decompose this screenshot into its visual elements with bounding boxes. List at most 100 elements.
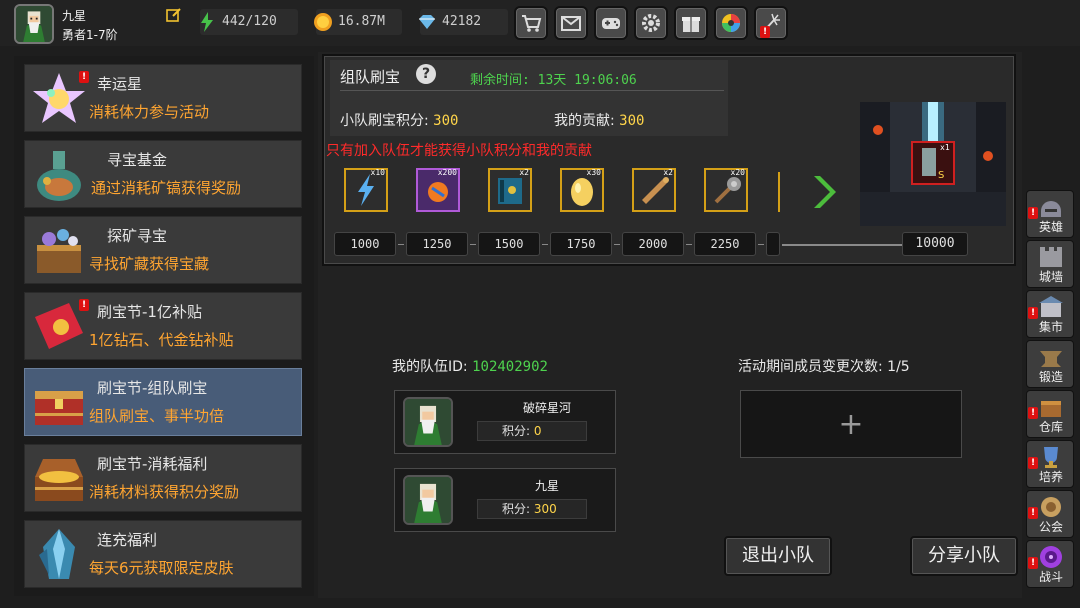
camera-button[interactable] [714, 6, 748, 40]
settings-button[interactable] [634, 6, 668, 40]
activity-subtitle: 1亿钻石、代金钻补贴 [89, 331, 234, 349]
player-avatar[interactable] [14, 4, 54, 44]
reward-slot[interactable]: x2 [632, 168, 676, 212]
reward-count: x2 [519, 168, 529, 177]
gold-display: 16.87M [314, 9, 402, 35]
next-arrow-icon[interactable] [810, 172, 838, 212]
menu-warehouse[interactable]: ! 仓库 [1026, 390, 1074, 438]
grand-prize-scene[interactable]: S x1 [860, 102, 1006, 226]
member-score: 积分: 0 [477, 421, 587, 441]
leave-team-button[interactable]: 退出小队 [724, 536, 832, 576]
guild-icon [1041, 497, 1061, 517]
reward-count: x20 [730, 168, 745, 177]
player-name: 九星 [62, 9, 87, 23]
crystal-icon [39, 529, 75, 579]
menu-label: 集市 [1038, 320, 1063, 334]
milestone-connector [470, 244, 476, 245]
reward-slot[interactable]: x30 [560, 168, 604, 212]
progress-line [782, 244, 902, 246]
menu-battle[interactable]: ! 战斗 [1026, 540, 1074, 588]
activity-subsidy[interactable]: ! 刷宝节-1亿补贴 1亿钻石、代金钻补贴 [24, 292, 302, 360]
help-icon[interactable]: ? [416, 64, 436, 84]
menu-guild[interactable]: ! 公会 [1026, 490, 1074, 538]
shop-button[interactable] [514, 6, 548, 40]
warehouse-icon [1041, 401, 1061, 417]
member-card[interactable]: 破碎星河 积分: 0 [394, 390, 616, 454]
mining-chest-icon [37, 229, 81, 273]
reward-count: x200 [437, 168, 457, 177]
milestone-connector [398, 244, 404, 245]
member-score: 积分: 300 [477, 499, 587, 519]
milestone [766, 232, 780, 256]
milestone-connector [542, 244, 548, 245]
milestone: 1000 [334, 232, 396, 256]
activity-subtitle: 寻找矿藏获得宝藏 [89, 255, 210, 273]
reward-count: x2 [663, 168, 673, 177]
time-remaining: 剩余时间: 13天 19:06:06 [470, 73, 637, 88]
menu-label: 英雄 [1038, 220, 1063, 234]
anvil-icon [1040, 351, 1062, 367]
milestone: 2000 [622, 232, 684, 256]
stamina-display: 442/120 [200, 9, 298, 35]
menu-forge[interactable]: 锻造 [1026, 340, 1074, 388]
activity-consume-welfare[interactable]: 刷宝节-消耗福利 消耗材料获得积分奖励 [24, 444, 302, 512]
team-score-value: 300 [433, 113, 459, 129]
activity-treasure-fund[interactable]: 寻宝基金 通过消耗矿镐获得奖励 [24, 140, 302, 208]
reward-slot[interactable]: x20 [704, 168, 748, 212]
activity-title: 刷宝节-1亿补贴 [97, 303, 202, 321]
milestone: 2250 [694, 232, 756, 256]
menu-train[interactable]: ! 培养 [1026, 440, 1074, 488]
activity-mining-treasure[interactable]: 探矿寻宝 寻找矿藏获得宝藏 [24, 216, 302, 284]
activity-list: ! 幸运星 消耗体力参与活动 寻宝基金 通过消耗矿镐获得奖励 探矿寻宝 寻找矿藏… [14, 56, 314, 596]
menu-label: 战斗 [1038, 570, 1063, 584]
portal-icon [1040, 546, 1062, 568]
gift-button[interactable] [674, 6, 708, 40]
add-member-button[interactable]: + [740, 390, 962, 458]
reward-divider [778, 172, 780, 212]
member-card[interactable]: 九星 积分: 300 [394, 468, 616, 532]
menu-label: 城墙 [1038, 270, 1063, 284]
gamepad-icon [602, 18, 620, 29]
member-name: 破碎星河 [522, 401, 571, 415]
activity-team-farming[interactable]: 刷宝节-组队刷宝 组队刷宝、事半功倍 [24, 368, 302, 436]
camera-icon [722, 14, 740, 32]
notification-badge: ! [79, 71, 89, 83]
reward-slot[interactable]: x10 [344, 168, 388, 212]
menu-market[interactable]: ! 集市 [1026, 290, 1074, 338]
gamepad-button[interactable] [594, 6, 628, 40]
edit-icon[interactable] [166, 7, 182, 23]
diamond-icon [419, 15, 435, 29]
menu-hero[interactable]: ! 英雄 [1026, 190, 1074, 238]
event-info-panel: 组队刷宝 ? 剩余时间: 13天 19:06:06 小队刷宝积分: 300 我的… [322, 54, 1016, 266]
menu-label: 仓库 [1038, 420, 1063, 434]
share-team-button[interactable]: 分享小队 [910, 536, 1018, 576]
notification-badge: ! [760, 26, 770, 38]
milestone-connector [686, 244, 692, 245]
activity-subtitle: 通过消耗矿镐获得奖励 [91, 179, 242, 197]
activity-screen: 九星 勇者1-7阶 442/120 16.87M 42182 ! ! 幸运星 消… [0, 0, 1080, 608]
member-name: 九星 [534, 479, 559, 493]
diamond-value: 42182 [442, 14, 482, 29]
member-avatar [403, 397, 453, 447]
event-title: 组队刷宝 [340, 68, 401, 86]
fireworks-button[interactable]: ! [754, 6, 788, 40]
activity-subtitle: 消耗材料获得积分奖励 [89, 483, 240, 501]
reward-slot[interactable]: x200 [416, 168, 460, 212]
member-avatar [403, 475, 453, 525]
activity-lucky-star[interactable]: ! 幸运星 消耗体力参与活动 [24, 64, 302, 132]
player-rank: 勇者1-7阶 [62, 28, 118, 42]
stamina-icon [201, 12, 213, 32]
member-score-value: 0 [533, 424, 542, 438]
milestone: 1500 [478, 232, 540, 256]
reward-slot[interactable]: x2 [488, 168, 532, 212]
event-main-panel: 组队刷宝 ? 剩余时间: 13天 19:06:06 小队刷宝积分: 300 我的… [318, 52, 1022, 598]
activity-title: 连充福利 [97, 531, 158, 549]
milestone-final: 10000 [902, 232, 968, 256]
activity-recharge[interactable]: 连充福利 每天6元获取限定皮肤 [24, 520, 302, 588]
settings-icon [642, 14, 660, 32]
menu-wall[interactable]: 城墙 [1026, 240, 1074, 288]
team-score: 小队刷宝积分: 300 [340, 110, 458, 130]
activity-title: 寻宝基金 [107, 151, 168, 169]
mail-button[interactable] [554, 6, 588, 40]
helmet-icon [1041, 201, 1061, 217]
